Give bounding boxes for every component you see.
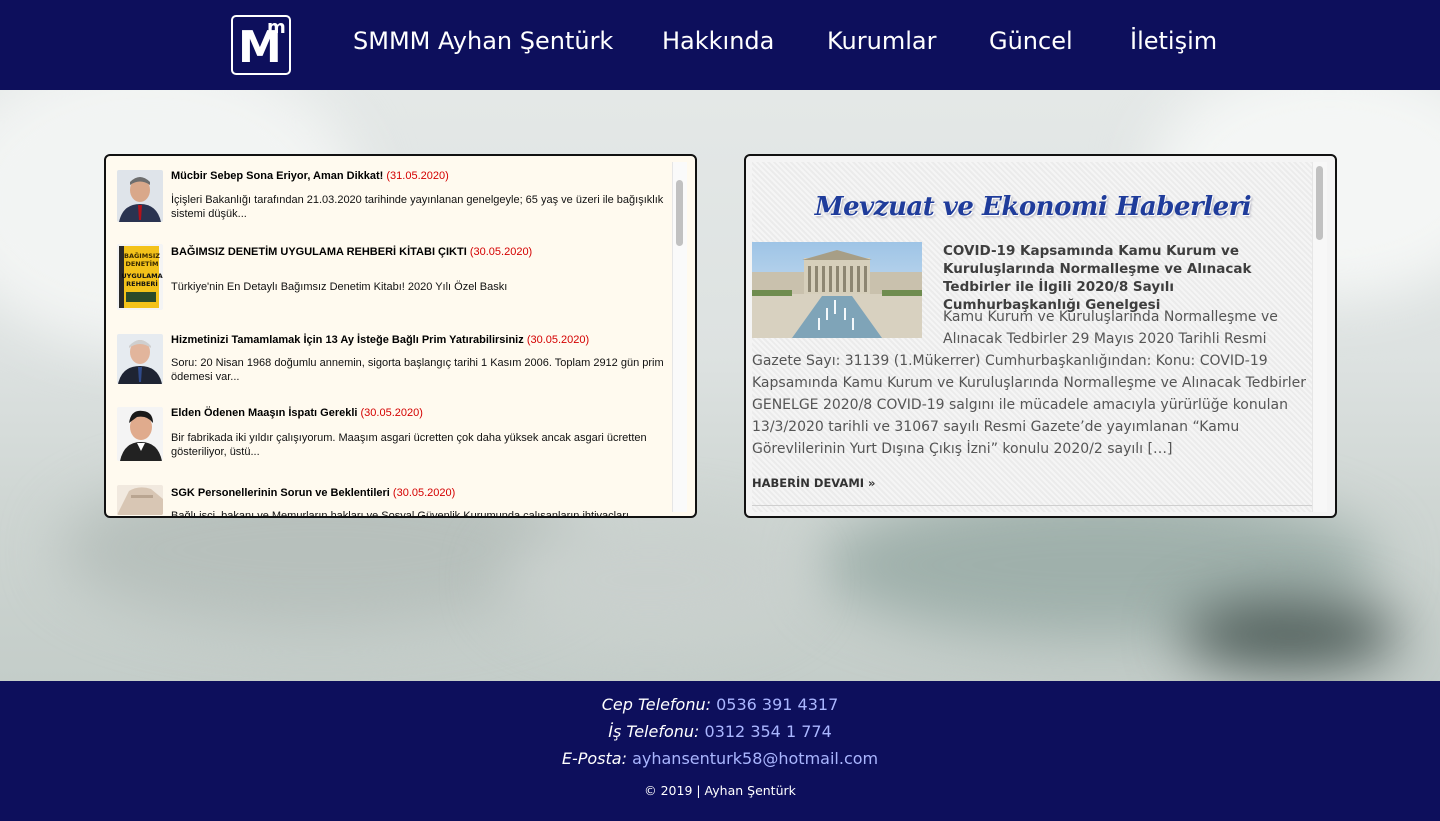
news-date: (31.05.2020) (386, 170, 449, 182)
news-summary: Bağlı işçi, bakanı ve Memurların hakları… (171, 510, 629, 518)
news-date: (30.05.2020) (469, 246, 533, 258)
site-header: M m SMMM Ayhan Şentürk Hakkında Kurumlar… (0, 0, 1440, 90)
email-link[interactable]: ayhansenturk58@hotmail.com (632, 749, 878, 768)
news-list-scrollbar[interactable] (672, 162, 687, 512)
nav-item-contact[interactable]: İletişim (1130, 25, 1217, 57)
legislation-scroll-thumb[interactable] (1316, 166, 1323, 240)
book-thumbnail: BAĞIMSIZ DENETİM UYGULAMA REHBERİ (117, 244, 163, 310)
legislation-scrollbar[interactable] (1312, 162, 1327, 512)
work-phone-link[interactable]: 0312 354 1 774 (705, 722, 832, 741)
excerpt-line: Görevlilerinin Yurt Dışına Çıkış İzni” k… (752, 441, 1173, 457)
news-list-scroll-thumb[interactable] (676, 180, 683, 246)
news-title[interactable]: Mücbir Sebep Sona Eriyor, Aman Dikkat! (… (171, 170, 449, 182)
nav-item-about[interactable]: Hakkında (662, 25, 774, 57)
svg-text:UYGULAMA: UYGULAMA (121, 272, 162, 280)
excerpt-line: 13/3/2020 tarihli ve 31067 sayılı Resmi … (752, 419, 1240, 435)
legislation-news-panel[interactable]: Mevzuat ve Ekonomi Haberleri COVID-19 Ka… (744, 154, 1337, 518)
svg-text:DENETİM: DENETİM (125, 259, 158, 268)
email-label: E-Posta: (561, 749, 627, 768)
legislation-news-frame: Mevzuat ve Ekonomi Haberleri COVID-19 Ka… (752, 162, 1314, 512)
mobile-phone-line: Cep Telefonu: 0536 391 4317 (0, 694, 1440, 716)
site-logo[interactable]: M m (231, 15, 291, 75)
site-footer: Cep Telefonu: 0536 391 4317 İş Telefonu:… (0, 681, 1440, 821)
news-summary: İçişleri Bakanlığı tarafından 21.03.2020… (171, 194, 664, 220)
news-thumbnail (117, 334, 163, 384)
logo-letter-small: m (267, 17, 286, 38)
article-title[interactable]: COVID-19 Kapsamında Kamu Kurum ve Kurulu… (943, 242, 1313, 314)
read-more-link[interactable]: HABERİN DEVAMI » (752, 476, 876, 490)
nav-item-institutions[interactable]: Kurumlar (827, 25, 936, 57)
news-title[interactable]: SGK Personellerinin Sorun ve Beklentiler… (171, 487, 455, 499)
news-summary: Bir fabrikada iki yıldır çalışıyorum. Ma… (171, 432, 647, 458)
panel-heading: Mevzuat ve Ekonomi Haberleri (814, 192, 1252, 222)
news-date: (30.05.2020) (360, 407, 423, 419)
nav-item-home[interactable]: SMMM Ayhan Şentürk (353, 25, 613, 57)
work-phone-line: İş Telefonu: 0312 354 1 774 (0, 721, 1440, 743)
news-date: (30.05.2020) (392, 487, 456, 499)
excerpt-line: Alınacak Tedbirler 29 Mayıs 2020 Tarihli… (943, 331, 1267, 347)
news-summary: Soru: 20 Nisan 1968 doğumlu annemin, sig… (171, 357, 664, 383)
email-line: E-Posta: ayhansenturk58@hotmail.com (0, 748, 1440, 770)
excerpt-line: GENELGE 2020/8 COVID-19 salgını ile müca… (752, 397, 1288, 413)
article-excerpt: Kamu Kurum ve Kuruluşlarında Normalleşme… (752, 306, 1313, 460)
mobile-phone-label: Cep Telefonu: (601, 695, 712, 714)
mobile-phone-link[interactable]: 0536 391 4317 (716, 695, 838, 714)
excerpt-line: Kapsamında Kamu Kurum ve Kuruluşlarında … (752, 375, 1307, 391)
news-thumbnail (117, 407, 163, 461)
excerpt-line: Gazete Sayı: 31139 (1.Mükerrer) Cumhurba… (752, 353, 1268, 369)
news-title[interactable]: Elden Ödenen Maaşın İspatı Gerekli (30.0… (171, 407, 423, 419)
article-divider (752, 505, 1313, 506)
svg-text:BAĞIMSIZ: BAĞIMSIZ (124, 251, 160, 260)
news-list-panel[interactable]: Mücbir Sebep Sona Eriyor, Aman Dikkat! (… (104, 154, 697, 518)
news-title[interactable]: BAĞIMSIZ DENETİM UYGULAMA REHBERİ KİTABI… (171, 246, 532, 258)
excerpt-line: Kamu Kurum ve Kuruluşlarında Normalleşme… (943, 309, 1278, 325)
svg-text:REHBERİ: REHBERİ (126, 279, 158, 288)
news-thumbnail (117, 485, 163, 515)
news-title[interactable]: Hizmetinizi Tamamlamak İçin 13 Ay İsteğe… (171, 334, 589, 346)
news-date: (30.05.2020) (526, 334, 590, 346)
news-thumbnail (117, 170, 163, 222)
news-summary: Türkiye'nin En Detaylı Bağımsız Denetim … (171, 281, 508, 293)
nav-item-news[interactable]: Güncel (989, 25, 1073, 57)
copyright-text: © 2019 | Ayhan Şentürk (644, 783, 796, 798)
work-phone-label: İş Telefonu: (608, 722, 700, 741)
